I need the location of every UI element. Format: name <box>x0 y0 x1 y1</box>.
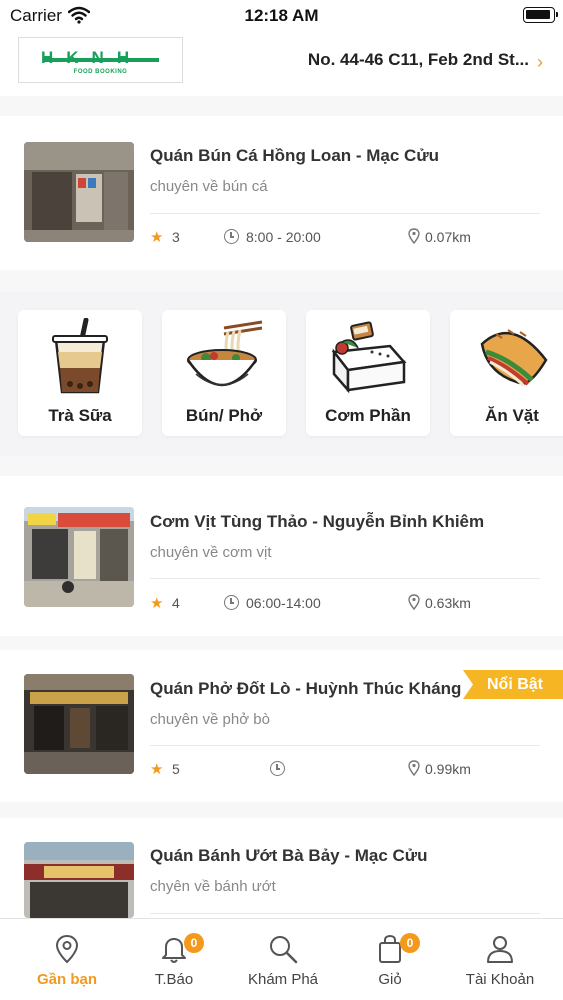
shop-card[interactable]: Quán Bún Cá Hồng Loan - Mạc Cửu chuyên v… <box>0 116 563 270</box>
shop-specialty: chuyên về cơm vịt <box>150 544 272 561</box>
category-strip: Trà Sữa Bún/ Phở Cơm Phần Ăn Vặt <box>0 292 563 456</box>
shop-specialty: chuyên về phở bò <box>150 711 270 728</box>
shop-meta: ★ 3 8:00 - 20:00 0.07km <box>150 228 550 248</box>
category-label: Ăn Vặt <box>485 406 539 425</box>
tab-label: Giỏ <box>378 971 402 988</box>
shop-name[interactable]: Quán Bánh Ướt Bà Bảy - Mạc Cửu <box>150 846 555 866</box>
shop-distance: 0.99km <box>425 761 471 777</box>
delivery-address[interactable]: No. 44-46 C11, Feb 2nd St... <box>209 50 529 70</box>
location-pin-icon <box>55 934 79 964</box>
rice-box-icon <box>331 321 407 394</box>
noodle-bowl-icon <box>186 320 263 387</box>
tab-label: Khám Phá <box>247 971 319 988</box>
clock-icon <box>224 229 239 244</box>
bottom-tab-bar: Gần bạn 0 T.Báo Khám Phá 0 Giỏ Tài Khoản <box>0 918 563 1000</box>
status-time: 12:18 AM <box>244 6 319 25</box>
shop-photo <box>24 842 134 918</box>
tab-notifications[interactable]: 0 T.Báo <box>118 919 230 1000</box>
divider <box>150 745 540 746</box>
user-icon <box>487 936 513 963</box>
category-label: Bún/ Phở <box>185 406 263 425</box>
shop-meta: ★ 4 06:00-14:00 0.63km <box>150 594 550 614</box>
tab-label: Tài Khoản <box>465 971 535 988</box>
shop-card[interactable]: Cơm Vịt Tùng Thảo - Nguyễn Bỉnh Khiêm ch… <box>0 476 563 636</box>
tab-label: Gần bạn <box>36 971 97 988</box>
shop-rating: 3 <box>172 229 180 245</box>
shop-card[interactable]: Nổi Bật Quán Phở Đốt Lò - Huỳnh Thúc Khá… <box>0 650 563 802</box>
app-screen: Carrier 12:18 AM HKNH FOOD BOOKING No. 4… <box>0 0 563 1000</box>
tab-label: T.Báo <box>154 971 194 988</box>
battery-icon <box>523 7 558 23</box>
chevron-right-icon[interactable]: › <box>537 52 543 73</box>
map-pin-icon <box>408 228 420 244</box>
shop-meta: ★ 5 0.99km <box>150 760 550 780</box>
brand-logo[interactable]: HKNH FOOD BOOKING <box>18 37 183 83</box>
shop-name[interactable]: Quán Bún Cá Hồng Loan - Mạc Cửu <box>150 146 555 166</box>
logo-wordmark: HKNH <box>41 48 143 67</box>
logo-subtitle: FOOD BOOKING <box>73 69 128 75</box>
divider <box>150 578 540 579</box>
featured-badge: Nổi Bật <box>463 670 563 699</box>
clock-icon <box>224 595 239 610</box>
shop-photo <box>24 674 134 774</box>
milk-tea-icon <box>52 318 108 394</box>
notification-count-badge: 0 <box>184 933 204 953</box>
status-bar: Carrier 12:18 AM <box>0 0 563 30</box>
clock-icon <box>270 761 285 776</box>
divider <box>150 213 540 214</box>
tab-account[interactable]: Tài Khoản <box>444 919 556 1000</box>
shop-distance: 0.07km <box>425 229 471 245</box>
banh-mi-icon <box>480 329 548 388</box>
category-milk-tea[interactable]: Trà Sữa <box>18 310 142 436</box>
cart-count-badge: 0 <box>400 933 420 953</box>
star-icon: ★ <box>150 595 164 612</box>
shop-rating: 5 <box>172 761 180 777</box>
shop-photo <box>24 507 134 607</box>
category-label: Cơm Phần <box>325 406 411 425</box>
category-snacks[interactable]: Ăn Vặt <box>450 310 563 436</box>
shop-specialty: chuyên về bún cá <box>150 178 268 195</box>
star-icon: ★ <box>150 761 164 778</box>
tab-nearby[interactable]: Gần bạn <box>11 919 123 1000</box>
category-label: Trà Sữa <box>48 406 112 425</box>
app-header: HKNH FOOD BOOKING No. 44-46 C11, Feb 2nd… <box>0 30 563 96</box>
shop-hours: 06:00-14:00 <box>246 595 321 611</box>
shop-photo <box>24 142 134 242</box>
map-pin-icon <box>408 594 420 610</box>
shop-specialty: chyên về bánh ướt <box>150 878 276 895</box>
tab-explore[interactable]: Khám Phá <box>227 919 339 1000</box>
search-icon <box>270 936 298 964</box>
shop-name[interactable]: Cơm Vịt Tùng Thảo - Nguyễn Bỉnh Khiêm <box>150 512 555 532</box>
shop-distance: 0.63km <box>425 595 471 611</box>
star-icon: ★ <box>150 229 164 246</box>
category-rice[interactable]: Cơm Phần <box>306 310 430 436</box>
shop-name[interactable]: Quán Phở Đốt Lò - Huỳnh Thúc Kháng <box>150 679 468 699</box>
category-noodles[interactable]: Bún/ Phở <box>162 310 286 436</box>
divider <box>150 913 540 914</box>
shop-card[interactable]: Quán Bánh Ướt Bà Bảy - Mạc Cửu chyên về … <box>0 818 563 918</box>
shop-rating: 4 <box>172 595 180 611</box>
map-pin-icon <box>408 760 420 776</box>
tab-cart[interactable]: 0 Giỏ <box>334 919 446 1000</box>
shop-hours: 8:00 - 20:00 <box>246 229 321 245</box>
